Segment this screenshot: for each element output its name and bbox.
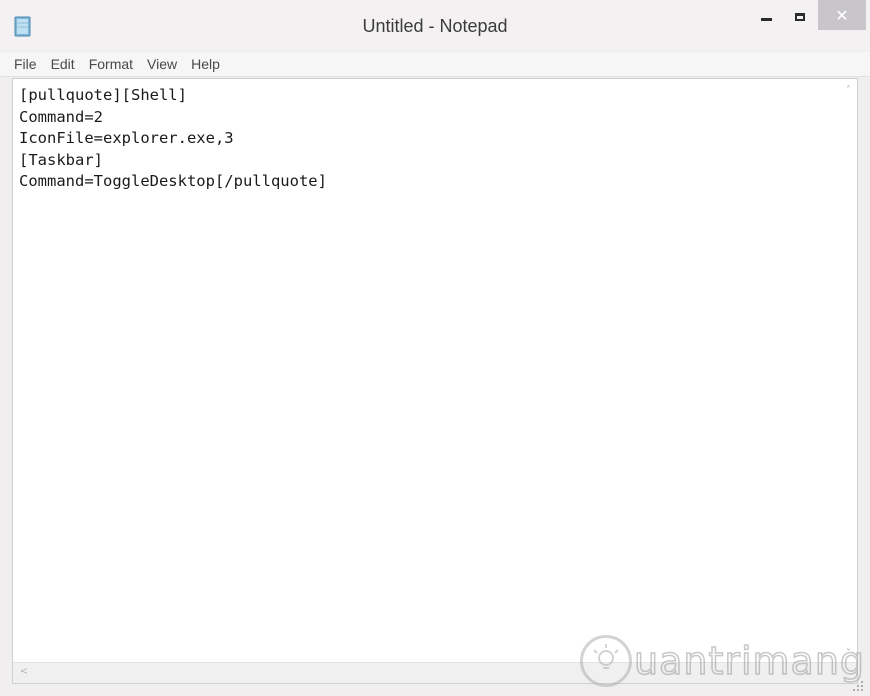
menu-view[interactable]: View bbox=[145, 56, 179, 72]
text-editor[interactable]: [pullquote][Shell] Command=2 IconFile=ex… bbox=[12, 78, 858, 684]
lightbulb-icon bbox=[580, 635, 632, 687]
menu-format[interactable]: Format bbox=[87, 56, 135, 72]
close-button[interactable]: ✕ bbox=[818, 0, 866, 30]
close-icon: ✕ bbox=[835, 5, 849, 25]
menu-edit[interactable]: Edit bbox=[49, 56, 77, 72]
maximize-button[interactable] bbox=[786, 0, 814, 34]
window-title: Untitled - Notepad bbox=[362, 16, 508, 36]
scroll-up-icon[interactable]: ˄ bbox=[840, 85, 857, 96]
menu-help[interactable]: Help bbox=[189, 56, 222, 72]
title-bar[interactable]: Untitled - Notepad ✕ bbox=[0, 0, 870, 50]
notepad-window: Untitled - Notepad ✕ File Edit Format Vi… bbox=[0, 0, 870, 696]
editor-content[interactable]: [pullquote][Shell] Command=2 IconFile=ex… bbox=[19, 85, 839, 193]
scroll-left-icon[interactable]: < bbox=[19, 666, 29, 677]
watermark-logo: uantrimang bbox=[580, 628, 865, 694]
menu-bar: File Edit Format View Help bbox=[0, 52, 870, 77]
minimize-icon bbox=[760, 17, 772, 21]
watermark-text: uantrimang bbox=[633, 638, 866, 684]
maximize-icon bbox=[795, 13, 805, 21]
minimize-button[interactable] bbox=[752, 0, 780, 34]
menu-file[interactable]: File bbox=[12, 56, 39, 72]
vertical-scrollbar[interactable]: ˄ ˅ bbox=[840, 79, 857, 665]
resize-grip-icon[interactable] bbox=[852, 680, 864, 692]
